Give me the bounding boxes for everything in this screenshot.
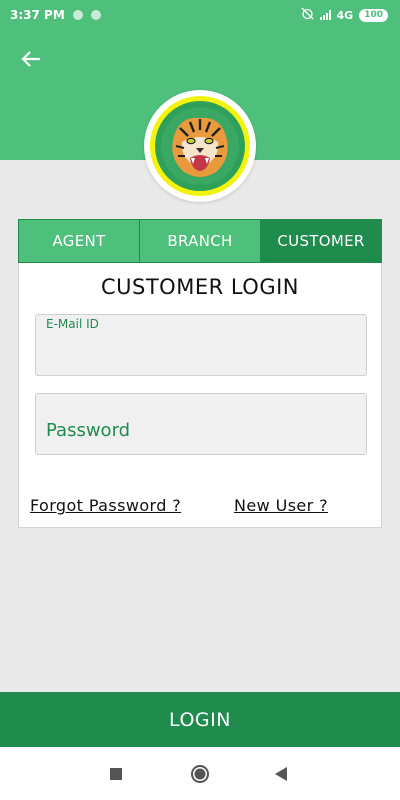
forgot-password-link[interactable]: Forgot Password ?	[30, 496, 181, 515]
password-input[interactable]	[36, 394, 366, 454]
signal-icon	[319, 10, 331, 20]
status-left: 3:37 PM	[10, 8, 101, 22]
login-type-tabs: AGENT BRANCH CUSTOMER	[18, 219, 382, 263]
app-logo	[144, 90, 256, 202]
status-bar: 3:37 PM 4G 100	[0, 0, 400, 30]
tab-customer[interactable]: CUSTOMER	[260, 220, 381, 262]
notification-dot-icon	[90, 10, 101, 20]
tab-agent[interactable]: AGENT	[19, 220, 139, 262]
recent-apps-icon	[110, 767, 122, 780]
tab-branch[interactable]: BRANCH	[139, 220, 260, 262]
password-field[interactable]	[35, 393, 367, 455]
home-button[interactable]	[175, 747, 225, 800]
email-input[interactable]	[36, 315, 366, 375]
status-time: 3:37 PM	[10, 8, 65, 22]
network-type: 4G	[336, 8, 354, 22]
home-icon	[191, 764, 209, 783]
back-nav-button[interactable]	[256, 747, 306, 800]
logo-ring	[150, 96, 250, 196]
tiger-logo-icon	[161, 107, 239, 185]
new-user-link[interactable]: New User ?	[234, 496, 328, 515]
battery-icon: 100	[359, 8, 388, 22]
login-title: CUSTOMER LOGIN	[100, 275, 300, 299]
system-nav-bar	[0, 747, 400, 800]
arrow-left-icon	[21, 51, 40, 67]
back-triangle-icon	[275, 766, 287, 781]
recent-apps-button[interactable]	[91, 747, 141, 800]
login-button[interactable]: LOGIN	[0, 692, 400, 747]
email-field[interactable]: E-Mail ID	[35, 314, 367, 376]
login-card: CUSTOMER LOGIN E-Mail ID Forgot Password…	[18, 263, 382, 528]
back-button[interactable]	[18, 46, 44, 72]
status-right: 4G 100	[301, 7, 388, 23]
notification-dot-icon	[72, 10, 83, 20]
alarm-off-icon	[301, 7, 314, 23]
